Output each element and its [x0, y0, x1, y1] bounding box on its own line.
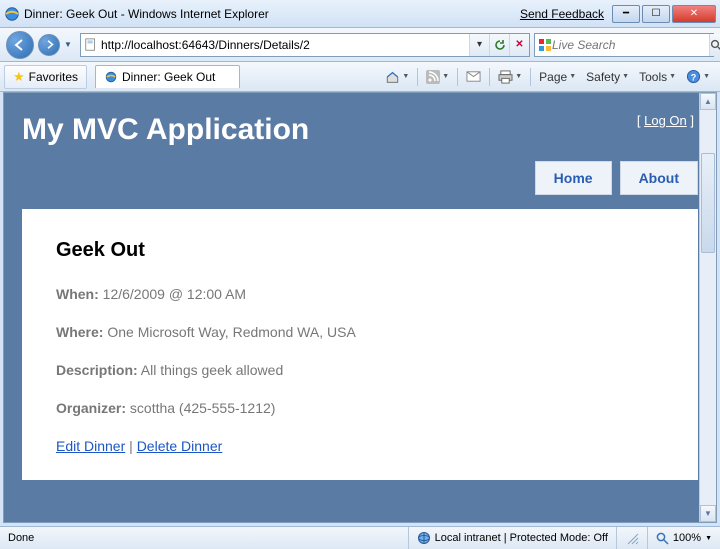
help-button[interactable]: ?▼	[682, 66, 714, 87]
address-dropdown[interactable]: ▾	[469, 34, 489, 56]
zone-icon	[417, 531, 431, 545]
menu-about[interactable]: About	[620, 161, 698, 195]
search-button[interactable]	[709, 34, 720, 56]
back-button[interactable]	[6, 31, 34, 59]
favorites-label: Favorites	[29, 70, 78, 84]
menu-home[interactable]: Home	[535, 161, 612, 195]
search-input[interactable]	[552, 35, 709, 55]
address-input[interactable]	[99, 35, 469, 55]
status-bar: Done Local intranet | Protected Mode: Of…	[0, 526, 720, 549]
stop-button[interactable]: ✕	[509, 34, 529, 56]
refresh-button[interactable]	[489, 34, 509, 56]
feeds-button[interactable]: ▼	[422, 67, 453, 87]
separator	[417, 68, 418, 86]
separator	[489, 68, 490, 86]
content-viewport: [ Log On ] My MVC Application Home About…	[3, 92, 717, 523]
home-button[interactable]: ▼	[381, 67, 413, 87]
logon-section: [ Log On ]	[637, 113, 694, 128]
search-bar	[534, 33, 714, 57]
tab-page-icon	[104, 70, 118, 84]
ie-icon	[4, 6, 20, 22]
main-menu: Home About	[22, 161, 698, 195]
nav-history-dropdown[interactable]: ▼	[64, 40, 76, 49]
close-button[interactable]: ✕	[672, 5, 716, 23]
detail-where: Where: One Microsoft Way, Redmond WA, US…	[56, 324, 664, 340]
browser-tab[interactable]: Dinner: Geek Out	[95, 65, 240, 88]
command-bar: ★ Favorites Dinner: Geek Out ▼ ▼ ▼ Page▼…	[0, 62, 720, 92]
vertical-scrollbar[interactable]: ▲ ▼	[699, 93, 716, 522]
favorites-button[interactable]: ★ Favorites	[4, 65, 87, 89]
edit-dinner-link[interactable]: Edit Dinner	[56, 438, 125, 454]
status-text: Done	[0, 532, 408, 544]
separator	[457, 68, 458, 86]
scroll-thumb[interactable]	[701, 153, 715, 253]
safety-menu[interactable]: Safety▼	[582, 67, 633, 87]
detail-description: Description: All things geek allowed	[56, 362, 664, 378]
detail-when: When: 12/6/2009 @ 12:00 AM	[56, 286, 664, 302]
send-feedback-link[interactable]: Send Feedback	[520, 7, 604, 21]
tab-label: Dinner: Geek Out	[122, 70, 215, 84]
detail-organizer: Organizer: scottha (425-555-1212)	[56, 400, 664, 416]
page-menu[interactable]: Page▼	[535, 67, 580, 87]
window-title: Dinner: Geek Out - Windows Internet Expl…	[24, 7, 520, 21]
status-zone[interactable]: Local intranet | Protected Mode: Off	[408, 527, 616, 549]
site-title: My MVC Application	[22, 113, 698, 147]
star-icon: ★	[13, 69, 25, 85]
zoom-icon	[656, 532, 669, 545]
forward-button[interactable]	[38, 34, 60, 56]
navigation-bar: ▼ ▾ ✕	[0, 28, 720, 62]
logon-link[interactable]: Log On	[644, 113, 687, 128]
svg-text:?: ?	[691, 72, 697, 82]
window-titlebar: Dinner: Geek Out - Windows Internet Expl…	[0, 0, 720, 28]
maximize-button[interactable]: ☐	[642, 5, 670, 23]
tools-menu[interactable]: Tools▼	[635, 67, 680, 87]
address-bar: ▾ ✕	[80, 33, 530, 57]
live-search-icon	[535, 38, 552, 52]
read-mail-button[interactable]	[462, 67, 485, 86]
page-icon	[81, 38, 99, 52]
main-content: Geek Out When: 12/6/2009 @ 12:00 AM Wher…	[22, 209, 698, 480]
scroll-up-button[interactable]: ▲	[700, 93, 716, 110]
link-separator: |	[125, 438, 136, 454]
minimize-button[interactable]: ━	[612, 5, 640, 23]
status-zoom[interactable]: 100% ▼	[647, 527, 720, 549]
dinner-heading: Geek Out	[56, 239, 664, 262]
separator	[530, 68, 531, 86]
scroll-down-button[interactable]: ▼	[700, 505, 716, 522]
print-button[interactable]: ▼	[494, 67, 526, 87]
status-resize[interactable]	[616, 527, 647, 549]
zoom-dropdown[interactable]: ▼	[705, 535, 712, 542]
delete-dinner-link[interactable]: Delete Dinner	[137, 438, 223, 454]
